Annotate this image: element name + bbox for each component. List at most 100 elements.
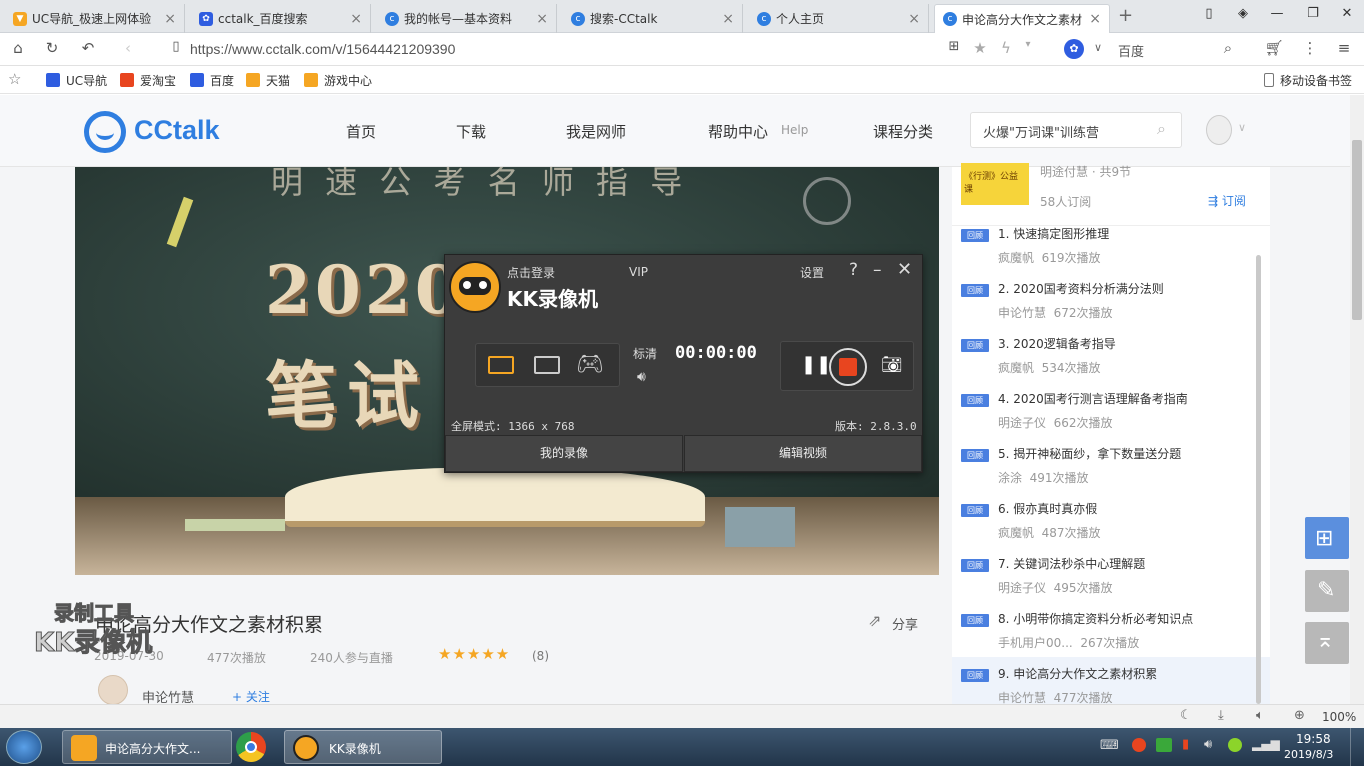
tray-network-icon[interactable]: ▂▄▆: [1252, 737, 1280, 751]
clock-date[interactable]: 2019/8/3: [1284, 748, 1333, 761]
lesson-item[interactable]: 回顾 2. 2020国考资料分析满分法则 申论竹慧 672次播放: [960, 282, 1260, 339]
tray-nvidia-icon[interactable]: [1156, 738, 1172, 752]
nav-teacher[interactable]: 我是网师: [566, 121, 626, 142]
site-search-input[interactable]: 火爆"万词课"训练营 ⌕: [970, 112, 1182, 148]
kk-quality[interactable]: 标清: [633, 345, 657, 362]
close-icon[interactable]: ×: [908, 11, 920, 27]
qrcode-button[interactable]: ⊞: [1305, 517, 1349, 559]
close-icon[interactable]: ×: [722, 11, 734, 27]
close-icon[interactable]: ×: [536, 11, 548, 27]
series-cover[interactable]: 《行测》公益课: [961, 163, 1029, 205]
scroll-thumb[interactable]: [1352, 140, 1362, 320]
game-mode-icon[interactable]: 🎮︎: [576, 352, 604, 377]
pause-icon[interactable]: ❚❚: [801, 354, 831, 375]
kk-login[interactable]: 点击登录: [507, 264, 555, 281]
tray-360-icon[interactable]: [1228, 738, 1242, 752]
search-icon[interactable]: ⌕: [1157, 119, 1166, 139]
tab-baidu-search[interactable]: ✿ cctalk_百度搜索 ×: [191, 4, 371, 33]
skin-icon[interactable]: ◈: [1232, 6, 1254, 26]
edit-video-button[interactable]: 编辑视频: [684, 435, 922, 472]
bookmark-games[interactable]: 游戏中心: [304, 71, 372, 89]
url-field[interactable]: https://www.cctalk.com/v/15644421209390: [190, 41, 455, 57]
teacher-avatar[interactable]: [98, 675, 128, 705]
restore-icon[interactable]: ❐: [1302, 6, 1324, 26]
home-icon[interactable]: ⌂: [8, 39, 28, 59]
forward-icon[interactable]: ‹: [118, 39, 138, 59]
bookmark-uc[interactable]: UC导航: [46, 71, 107, 89]
tray-volume-icon[interactable]: 🔊︎: [1204, 737, 1212, 752]
cart-icon[interactable]: 🛒︎: [1264, 39, 1284, 59]
nav-categories[interactable]: 课程分类: [873, 121, 933, 142]
zoom-icon[interactable]: ⊕: [1294, 708, 1305, 723]
new-tab-icon[interactable]: +: [1118, 5, 1133, 26]
page-scrollbar[interactable]: [1350, 95, 1364, 704]
taskbar-kk-recorder[interactable]: KK录像机: [284, 730, 442, 764]
kk-minimize-icon[interactable]: –: [873, 260, 882, 280]
kk-help-icon[interactable]: ?: [849, 260, 858, 280]
chevron-down-icon[interactable]: ▾: [1018, 39, 1038, 59]
search-icon[interactable]: ⌕: [1218, 39, 1238, 59]
refresh-icon[interactable]: ↻: [42, 39, 62, 59]
tab-profile[interactable]: c 个人主页 ×: [749, 4, 929, 33]
menu-dots-icon[interactable]: ⋮: [1300, 39, 1320, 59]
bookmark-mobile[interactable]: 移动设备书签: [1264, 71, 1352, 89]
bookmark-taobao[interactable]: 爱淘宝: [120, 71, 176, 89]
bookmark-star-icon[interactable]: ☆: [8, 70, 21, 88]
tray-alert-icon[interactable]: ▮: [1182, 737, 1189, 752]
tab-uc-nav[interactable]: ▼ UC导航_极速上网体验 ×: [5, 4, 185, 33]
user-avatar[interactable]: [1206, 115, 1232, 145]
engine-dropdown-icon[interactable]: ∨: [1094, 41, 1102, 54]
lesson-item[interactable]: 回顾 7. 关键词法秒杀中心理解题 明途子仪 495次播放: [960, 557, 1260, 614]
close-icon[interactable]: ×: [164, 11, 176, 27]
tab-account[interactable]: c 我的帐号—基本资料 ×: [377, 4, 557, 33]
download-icon[interactable]: ⤓: [1218, 708, 1224, 723]
lesson-item[interactable]: 回顾 3. 2020逻辑备考指导 疯魔帆 534次播放: [960, 337, 1260, 394]
avatar-dropdown-icon[interactable]: ∨: [1238, 121, 1246, 134]
show-desktop-button[interactable]: [1350, 728, 1364, 766]
close-icon[interactable]: ×: [1089, 11, 1101, 27]
tab-current[interactable]: c 申论高分大作文之素材 ×: [934, 4, 1110, 33]
kk-settings[interactable]: 设置: [800, 264, 824, 281]
tab-list-icon[interactable]: ▯: [1198, 6, 1220, 26]
subscribe-button[interactable]: ⇶ 订阅: [1208, 192, 1246, 209]
close-icon[interactable]: ×: [350, 11, 362, 27]
baidu-engine-icon[interactable]: ✿: [1064, 39, 1084, 59]
kk-close-icon[interactable]: ✕: [897, 259, 912, 280]
share-icon[interactable]: ⇗: [868, 611, 881, 630]
chrome-icon[interactable]: [236, 732, 266, 762]
night-mode-icon[interactable]: ☾: [1180, 708, 1192, 723]
fullscreen-mode-icon[interactable]: [488, 356, 514, 374]
mute-icon[interactable]: 🔈︎: [1256, 708, 1264, 723]
clock-time[interactable]: 19:58: [1296, 732, 1331, 746]
star-icon[interactable]: ★: [970, 39, 990, 59]
zoom-level[interactable]: 100%: [1322, 710, 1356, 724]
bookmark-baidu[interactable]: 百度: [190, 71, 234, 89]
start-button[interactable]: [6, 730, 42, 764]
window-close-icon[interactable]: ✕: [1336, 6, 1358, 26]
nav-home[interactable]: 首页: [346, 121, 376, 142]
tray-app-icon[interactable]: [1132, 738, 1146, 752]
minimize-icon[interactable]: —: [1266, 6, 1288, 26]
search-engine-label[interactable]: 百度: [1118, 41, 1144, 60]
nav-download[interactable]: 下载: [456, 121, 486, 142]
volume-icon[interactable]: 🔊︎: [637, 369, 646, 385]
lesson-item[interactable]: 回顾 6. 假亦真时真亦假 疯魔帆 487次播放: [960, 502, 1260, 559]
back-icon[interactable]: ↶: [78, 39, 98, 59]
feedback-button[interactable]: ✎: [1305, 570, 1349, 612]
translate-icon[interactable]: ⊞: [944, 39, 964, 59]
keyboard-icon[interactable]: ⌨: [1100, 738, 1119, 753]
lesson-item[interactable]: 回顾 5. 揭开神秘面纱，拿下数量送分题 涂涂 491次播放: [960, 447, 1260, 504]
record-button[interactable]: [829, 348, 867, 386]
follow-button[interactable]: + 关注: [232, 688, 270, 705]
kk-vip[interactable]: VIP: [629, 265, 648, 279]
site-logo[interactable]: CCtalk: [134, 115, 220, 146]
cctalk-logo-icon[interactable]: [84, 111, 126, 153]
flash-icon[interactable]: ϟ: [996, 39, 1016, 59]
back-to-top-button[interactable]: ⌅: [1305, 622, 1349, 664]
camera-icon[interactable]: 📷︎: [881, 355, 903, 375]
share-label[interactable]: 分享: [892, 614, 918, 633]
region-mode-icon[interactable]: [534, 356, 560, 374]
sidebar-scrollbar[interactable]: [1256, 255, 1261, 704]
lesson-item[interactable]: 回顾 4. 2020国考行测言语理解备考指南 明途子仪 662次播放: [960, 392, 1260, 449]
my-videos-button[interactable]: 我的录像: [445, 435, 683, 472]
